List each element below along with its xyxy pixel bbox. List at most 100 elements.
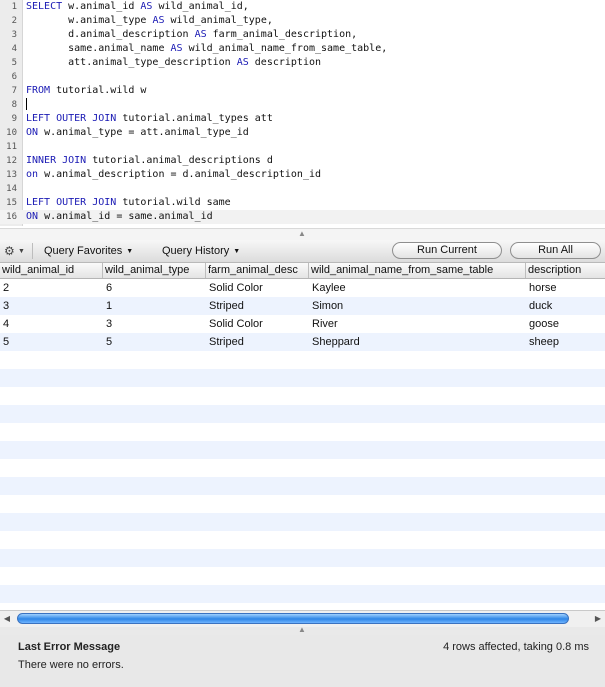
table-cell[interactable]: 4 xyxy=(0,315,103,333)
sql-token: w.animal_id = same.animal_id xyxy=(38,211,213,222)
table-cell[interactable]: Solid Color xyxy=(206,279,309,297)
line-number: 15 xyxy=(6,198,17,208)
table-row[interactable] xyxy=(0,567,605,585)
code-line[interactable]: 11 xyxy=(0,140,605,154)
status-split-handle[interactable]: ▲ xyxy=(0,625,605,635)
table-row[interactable] xyxy=(0,369,605,387)
sql-keyword: LEFT OUTER JOIN xyxy=(26,113,117,124)
table-row[interactable]: 3 1 Striped Simon duck xyxy=(0,297,605,315)
code-line[interactable]: 4 same.animal_name AS wild_animal_name_f… xyxy=(0,42,605,56)
table-row[interactable] xyxy=(0,549,605,567)
chevron-down-icon: ▼ xyxy=(126,248,134,255)
table-cell[interactable]: horse xyxy=(526,279,605,297)
error-message: There were no errors. xyxy=(18,659,124,671)
results-grid[interactable]: 2 6 Solid Color Kaylee horse 3 1 Striped Simon du… xyxy=(0,279,605,610)
table-row[interactable] xyxy=(0,441,605,459)
code-line[interactable]: 1 SELECT w.animal_id AS wild_animal_id, xyxy=(0,0,605,14)
line-number: 16 xyxy=(6,212,17,222)
table-cell[interactable]: 3 xyxy=(103,315,206,333)
column-header-wild-animal-name[interactable]: wild_animal_name_from_same_table xyxy=(309,263,526,278)
table-row[interactable]: 4 3 Solid Color River goose xyxy=(0,315,605,333)
code-line[interactable]: 5 att.animal_type_description AS descrip… xyxy=(0,56,605,70)
code-line[interactable]: 10 ON w.animal_type = att.animal_type_id xyxy=(0,126,605,140)
code-text xyxy=(26,98,27,112)
table-cell[interactable]: sheep xyxy=(526,333,605,351)
scroll-right-icon[interactable]: ▶ xyxy=(591,611,605,627)
table-cell[interactable]: Striped xyxy=(206,333,309,351)
table-row[interactable] xyxy=(0,387,605,405)
table-row[interactable]: 5 5 Striped Sheppard sheep xyxy=(0,333,605,351)
sql-editor[interactable]: 1 SELECT w.animal_id AS wild_animal_id, 2 … xyxy=(0,0,605,226)
table-row[interactable] xyxy=(0,477,605,495)
sql-token: w.animal_type = att.animal_type_id xyxy=(38,127,249,138)
table-row[interactable] xyxy=(0,513,605,531)
table-cell[interactable]: 2 xyxy=(0,279,103,297)
sql-token: w.animal_description = d.animal_descript… xyxy=(38,169,322,180)
code-text: FROM tutorial.wild w xyxy=(26,84,146,98)
code-line[interactable]: 14 xyxy=(0,182,605,196)
chevron-down-icon: ▼ xyxy=(233,248,241,255)
table-cell[interactable]: River xyxy=(309,315,526,333)
table-cell[interactable]: Sheppard xyxy=(309,333,526,351)
table-cell[interactable]: 1 xyxy=(103,297,206,315)
column-header-wild-animal-type[interactable]: wild_animal_type xyxy=(103,263,206,278)
table-row[interactable] xyxy=(0,405,605,423)
code-text: on w.animal_description = d.animal_descr… xyxy=(26,168,321,182)
rows-affected-summary: 4 rows affected, taking 0.8 ms xyxy=(443,641,589,653)
code-line[interactable]: 3 d.animal_description AS farm_animal_de… xyxy=(0,28,605,42)
table-row[interactable] xyxy=(0,495,605,513)
table-cell[interactable]: Solid Color xyxy=(206,315,309,333)
table-cell[interactable]: 3 xyxy=(0,297,103,315)
scrollbar-thumb[interactable] xyxy=(17,613,569,624)
line-number: 2 xyxy=(11,16,17,26)
code-line[interactable]: 15 LEFT OUTER JOIN tutorial.wild same xyxy=(0,196,605,210)
code-line[interactable]: 6 xyxy=(0,70,605,84)
table-row[interactable]: 2 6 Solid Color Kaylee horse xyxy=(0,279,605,297)
code-line[interactable]: 16 ON w.animal_id = same.animal_id xyxy=(0,210,605,224)
drag-handle-icon: ▲ xyxy=(298,229,306,238)
run-all-button[interactable]: Run All xyxy=(510,242,601,259)
column-header-farm-animal-desc[interactable]: farm_animal_desc xyxy=(206,263,309,278)
table-cell[interactable]: Striped xyxy=(206,297,309,315)
table-cell[interactable]: goose xyxy=(526,315,605,333)
line-number: 4 xyxy=(11,44,17,54)
query-favorites-button[interactable]: Query Favorites ▼ xyxy=(44,242,133,260)
query-history-label: Query History xyxy=(162,245,230,257)
sql-keyword: on xyxy=(26,169,39,180)
column-header-description[interactable]: description xyxy=(526,263,605,278)
table-cell[interactable]: Kaylee xyxy=(309,279,526,297)
code-line[interactable]: 7 FROM tutorial.wild w xyxy=(0,84,605,98)
table-row[interactable] xyxy=(0,459,605,477)
table-cell[interactable]: 5 xyxy=(0,333,103,351)
table-row[interactable] xyxy=(0,531,605,549)
table-cell[interactable]: Simon xyxy=(309,297,526,315)
code-line[interactable]: 2 w.animal_type AS wild_animal_type, xyxy=(0,14,605,28)
code-text: ON w.animal_id = same.animal_id xyxy=(26,210,213,224)
gear-menu-button[interactable]: ⚙ ▼ xyxy=(4,242,28,260)
line-number: 6 xyxy=(11,72,17,82)
line-number: 5 xyxy=(11,58,17,68)
code-text: LEFT OUTER JOIN tutorial.wild same xyxy=(26,196,231,210)
table-cell[interactable]: 5 xyxy=(103,333,206,351)
code-line[interactable]: 9 LEFT OUTER JOIN tutorial.animal_types a… xyxy=(0,112,605,126)
code-line[interactable]: 8 xyxy=(0,98,605,112)
column-header-wild-animal-id[interactable]: wild_animal_id xyxy=(0,263,103,278)
run-current-button[interactable]: Run Current xyxy=(392,242,502,259)
scroll-left-icon[interactable]: ◀ xyxy=(0,611,14,627)
table-cell[interactable]: 6 xyxy=(103,279,206,297)
table-row[interactable] xyxy=(0,351,605,369)
query-history-button[interactable]: Query History ▼ xyxy=(162,242,240,260)
table-row[interactable] xyxy=(0,423,605,441)
code-text: w.animal_type AS wild_animal_type, xyxy=(26,14,273,28)
code-text: SELECT w.animal_id AS wild_animal_id, xyxy=(26,0,249,14)
code-line[interactable]: 13 on w.animal_description = d.animal_des… xyxy=(0,168,605,182)
code-line[interactable]: 12 INNER JOIN tutorial.animal_description… xyxy=(0,154,605,168)
sql-token: farm_animal_description, xyxy=(206,29,358,40)
table-row[interactable] xyxy=(0,585,605,603)
table-cell[interactable]: duck xyxy=(526,297,605,315)
line-number: 7 xyxy=(11,86,17,96)
sql-keyword: AS xyxy=(140,1,153,12)
line-number: 11 xyxy=(6,142,17,152)
line-number: 12 xyxy=(6,156,17,166)
code-text: att.animal_type_description AS descripti… xyxy=(26,56,321,70)
